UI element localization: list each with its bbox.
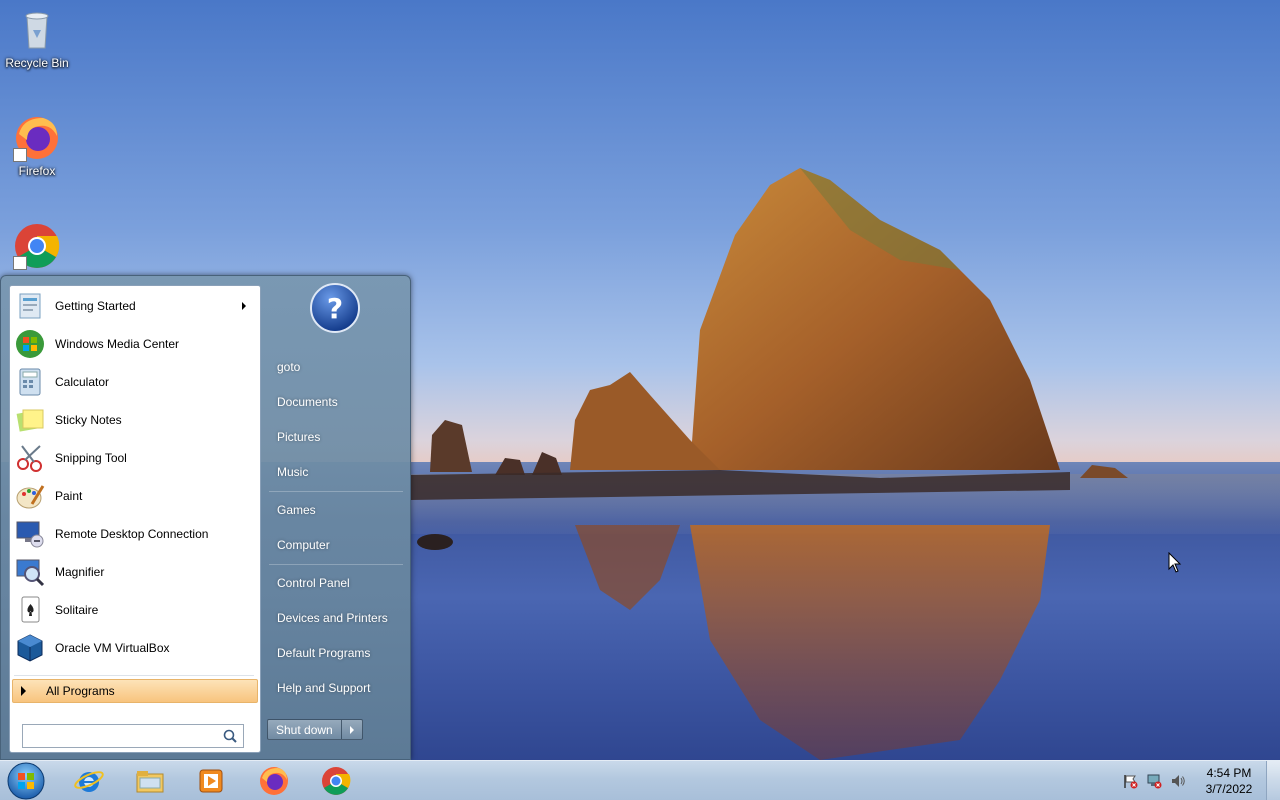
file-explorer-icon (136, 771, 164, 793)
start-item-games[interactable]: Games (267, 495, 403, 525)
taskbar: 4:54 PM 3/7/2022 (0, 760, 1280, 800)
program-label: Solitaire (55, 603, 99, 617)
start-item-music[interactable]: Music (267, 457, 403, 487)
solitaire-icon (14, 594, 46, 626)
show-desktop-button[interactable] (1266, 761, 1280, 800)
start-item-label: Control Panel (277, 576, 350, 590)
program-paint[interactable]: Paint (12, 478, 258, 514)
all-programs-separator (14, 675, 254, 676)
snipping-tool-icon (14, 442, 46, 474)
start-item-default-programs[interactable]: Default Programs (267, 638, 403, 668)
internet-explorer-icon (74, 771, 104, 792)
taskbar-clock[interactable]: 4:54 PM 3/7/2022 (1196, 765, 1262, 797)
program-calculator[interactable]: Calculator (12, 364, 258, 400)
program-snipping-tool[interactable]: Snipping Tool (12, 440, 258, 476)
start-search-box[interactable] (22, 724, 244, 748)
program-label: Windows Media Center (55, 337, 180, 351)
program-label: Oracle VM VirtualBox (55, 641, 170, 655)
remote-desktop-icon (14, 518, 46, 550)
virtualbox-icon (14, 632, 46, 664)
start-item-label: Help and Support (277, 681, 371, 695)
help-icon: ? (309, 282, 361, 334)
media-player-icon (199, 769, 223, 793)
start-button[interactable] (4, 761, 48, 800)
program-getting-started[interactable]: Getting Started (12, 288, 258, 324)
start-item-documents[interactable]: Documents (267, 387, 403, 417)
start-menu-separator (269, 564, 403, 565)
system-tray (1118, 761, 1190, 800)
taskbar-media-player[interactable] (182, 763, 240, 799)
desktop-icon-label: Recycle Bin (5, 56, 69, 70)
program-label: Calculator (55, 375, 110, 389)
clock-time: 4:54 PM (1206, 766, 1252, 780)
shutdown-options-button[interactable] (341, 719, 363, 740)
shutdown-label: Shut down (276, 722, 333, 737)
search-icon[interactable] (221, 727, 239, 745)
start-menu-separator (269, 491, 403, 492)
clock-date: 3/7/2022 (1205, 782, 1253, 796)
chrome-icon (322, 767, 351, 795)
firefox-icon (260, 767, 288, 795)
taskbar-firefox[interactable] (245, 763, 303, 799)
shutdown-group: Shut down (267, 719, 363, 740)
paint-icon (14, 480, 46, 512)
start-item-label: Devices and Printers (277, 611, 388, 625)
start-menu-programs-pane: Getting Started Windows Media Center Cal… (9, 285, 261, 753)
firefox-icon (13, 114, 61, 162)
start-item-label: Games (277, 503, 316, 517)
all-programs-arrow-icon (21, 686, 26, 696)
program-solitaire[interactable]: Solitaire (12, 592, 258, 628)
start-item-label: goto (277, 360, 301, 374)
program-label: Magnifier (55, 565, 105, 579)
windows-start-orb-icon (7, 762, 45, 800)
start-item-goto[interactable]: goto (267, 352, 403, 382)
taskbar-windows-explorer[interactable] (121, 763, 179, 799)
start-item-label: Computer (277, 538, 330, 552)
action-center-flag-icon[interactable] (1122, 773, 1138, 789)
program-label: Snipping Tool (55, 451, 127, 465)
magnifier-icon (14, 556, 46, 588)
start-item-help-and-support[interactable]: Help and Support (267, 673, 403, 703)
getting-started-icon (14, 290, 46, 322)
desktop-icon-chrome[interactable] (0, 222, 74, 272)
program-label: Sticky Notes (55, 413, 122, 427)
submenu-arrow-icon (242, 302, 246, 310)
network-icon[interactable] (1146, 773, 1162, 789)
start-item-devices-and-printers[interactable]: Devices and Printers (267, 603, 403, 633)
desktop-icon-label: Firefox (18, 164, 56, 178)
chevron-right-icon (349, 725, 354, 734)
windows-media-center-icon (14, 328, 46, 360)
all-programs-label: All Programs (46, 684, 115, 698)
all-programs-button[interactable]: All Programs (12, 679, 258, 703)
svg-text:?: ? (327, 292, 343, 325)
start-item-label: Music (277, 465, 309, 479)
volume-icon[interactable] (1170, 773, 1186, 789)
taskbar-internet-explorer[interactable] (60, 763, 118, 799)
desktop-icon-recycle-bin[interactable]: Recycle Bin (0, 6, 74, 70)
start-item-control-panel[interactable]: Control Panel (267, 568, 403, 598)
start-item-label: Pictures (277, 430, 321, 444)
program-windows-media-center[interactable]: Windows Media Center (12, 326, 258, 362)
start-item-label: Documents (277, 395, 338, 409)
start-menu: Getting Started Windows Media Center Cal… (0, 275, 411, 760)
start-item-computer[interactable]: Computer (267, 530, 403, 560)
program-magnifier[interactable]: Magnifier (12, 554, 258, 590)
program-sticky-notes[interactable]: Sticky Notes (12, 402, 258, 438)
start-search-input[interactable] (23, 726, 221, 746)
program-oracle-vm-virtualbox[interactable]: Oracle VM VirtualBox (12, 630, 258, 666)
shutdown-button[interactable]: Shut down (267, 719, 342, 740)
start-item-label: Default Programs (277, 646, 371, 660)
chrome-icon (13, 222, 61, 270)
program-label: Remote Desktop Connection (55, 527, 209, 541)
recycle-bin-icon (13, 6, 61, 54)
sticky-notes-icon (14, 404, 46, 436)
start-item-pictures[interactable]: Pictures (267, 422, 403, 452)
calculator-icon (14, 366, 46, 398)
program-remote-desktop-connection[interactable]: Remote Desktop Connection (12, 516, 258, 552)
mouse-cursor-icon (1168, 551, 1182, 577)
desktop-icon-firefox[interactable]: Firefox (0, 114, 74, 178)
program-label: Getting Started (55, 299, 136, 313)
program-label: Paint (55, 489, 83, 503)
taskbar-chrome[interactable] (307, 763, 365, 799)
